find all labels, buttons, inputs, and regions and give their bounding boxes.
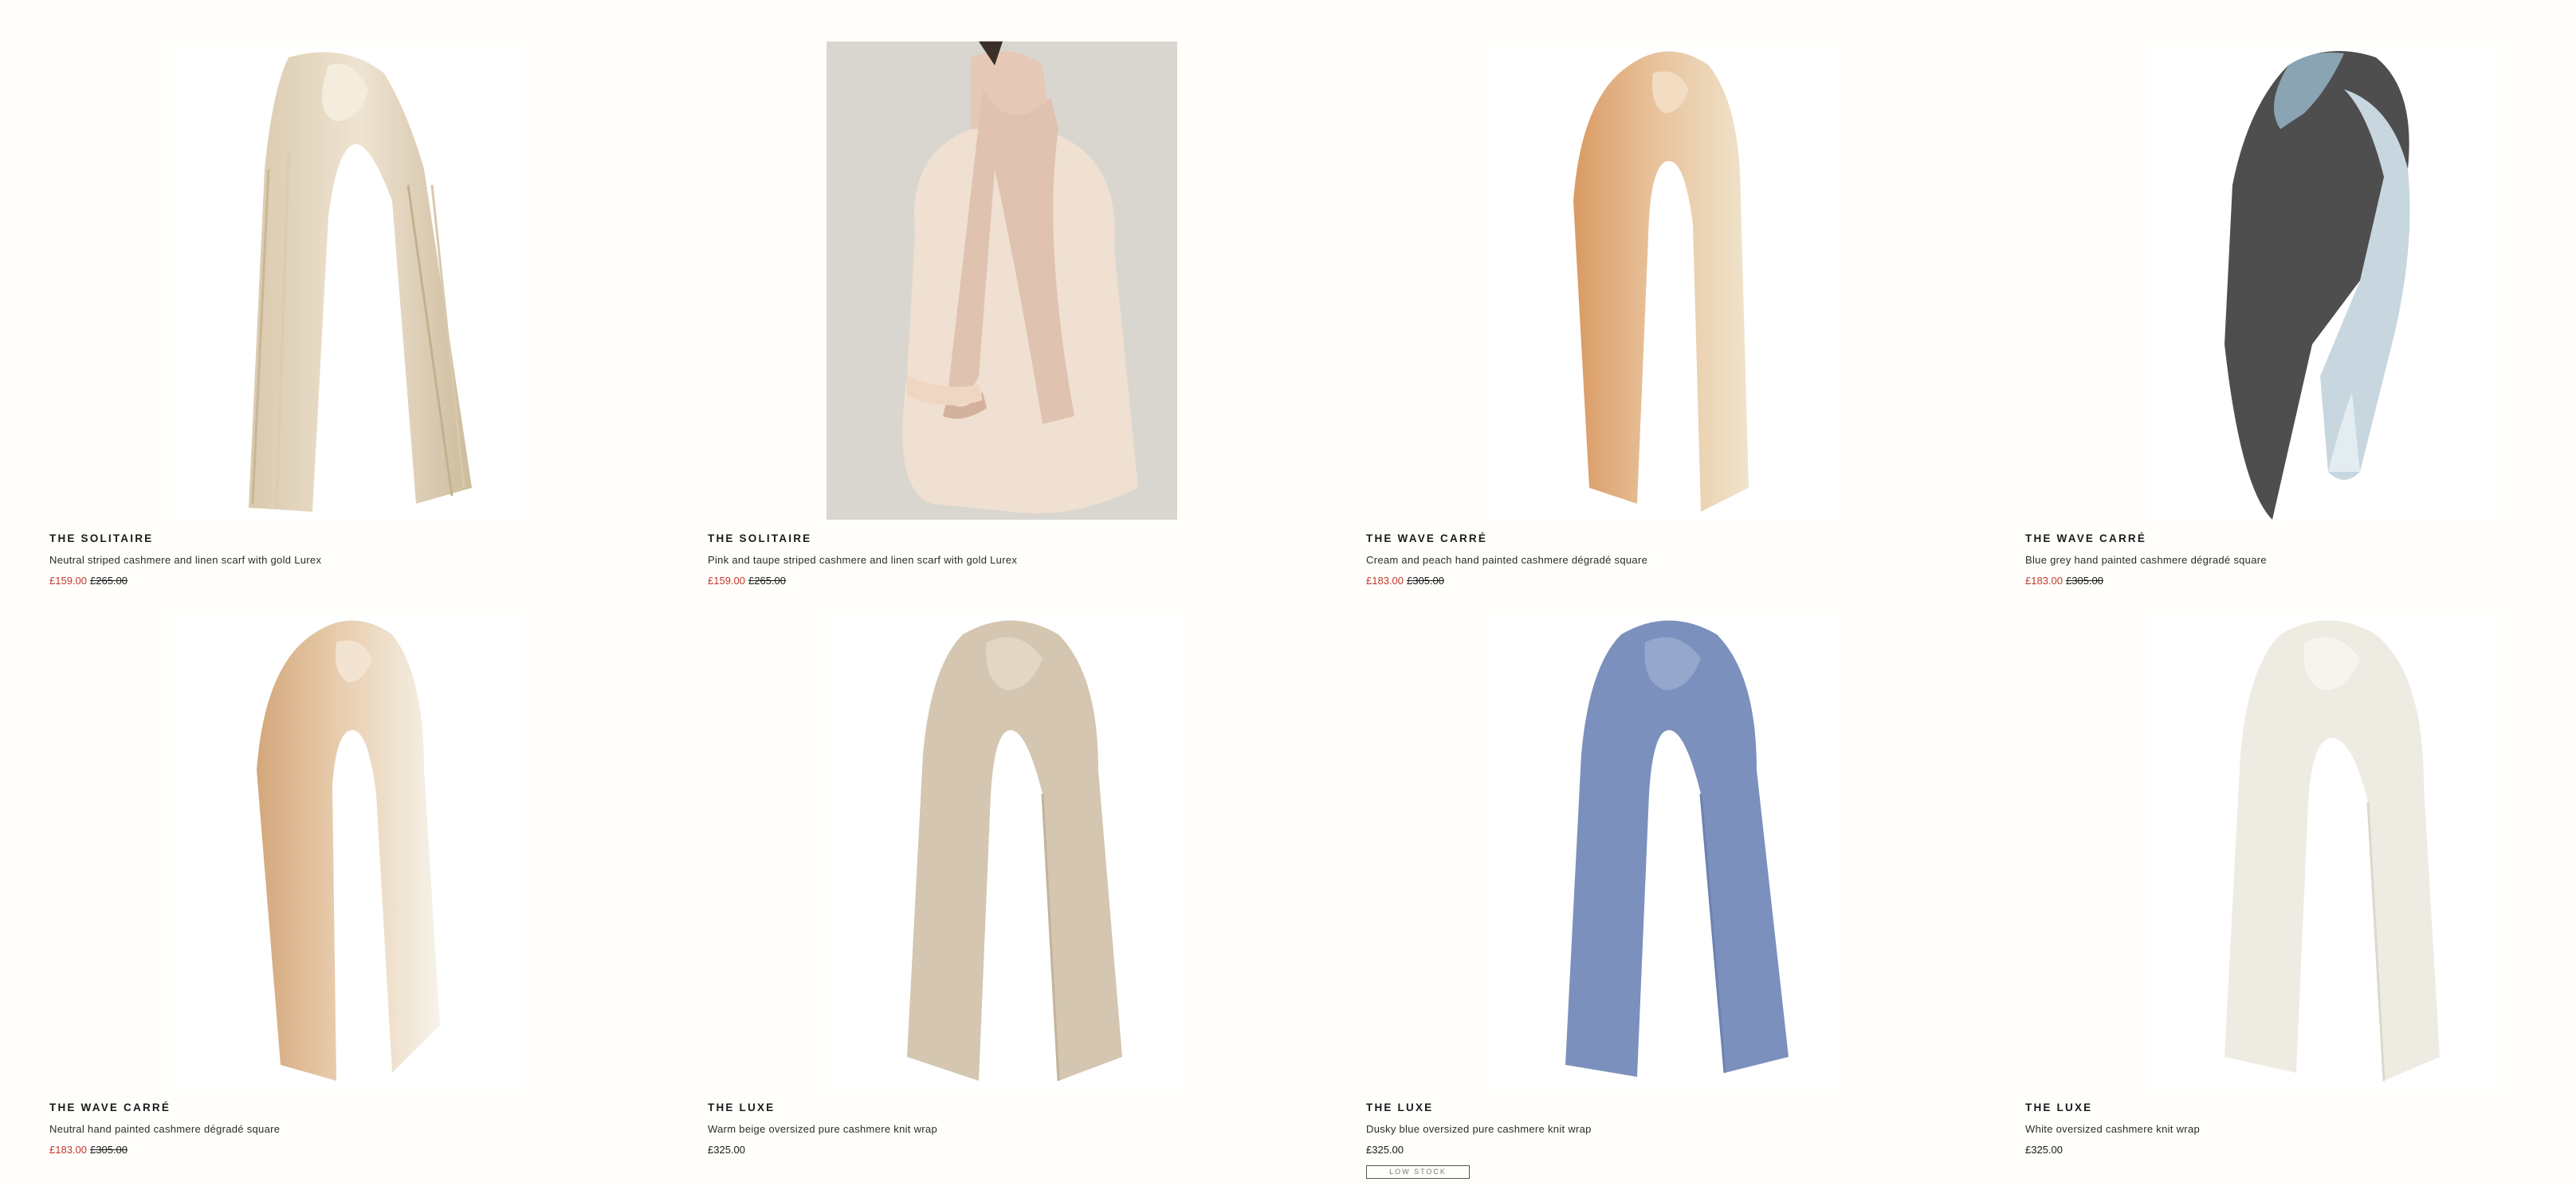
regular-price: £325.00 <box>1366 1144 1404 1156</box>
product-image[interactable] <box>2025 611 2576 1089</box>
product-grid: THE SOLITAIRE Neutral striped cashmere a… <box>0 0 2576 1186</box>
product-description[interactable]: White oversized cashmere knit wrap <box>2025 1122 2576 1137</box>
product-price: £183.00 £305.00 <box>2025 574 2576 588</box>
product-collection[interactable]: THE WAVE CARRÉ <box>2025 531 2576 547</box>
white-wrap-image <box>2148 615 2499 1089</box>
sale-price: £183.00 <box>49 1144 87 1156</box>
product-price: £325.00 <box>708 1143 1298 1157</box>
dusky-blue-wrap-image <box>1489 615 1840 1089</box>
product-description[interactable]: Blue grey hand painted cashmere dégradé … <box>2025 553 2576 567</box>
blue-grey-scarf-image <box>2148 46 2499 520</box>
product-collection[interactable]: THE SOLITAIRE <box>708 531 1298 547</box>
product-price: £325.00 <box>2025 1143 2576 1157</box>
regular-price: £325.00 <box>2025 1144 2063 1156</box>
original-price: £305.00 <box>90 1144 128 1156</box>
product-meta: THE WAVE CARRÉ Blue grey hand painted ca… <box>2025 531 2576 588</box>
product-description[interactable]: Dusky blue oversized pure cashmere knit … <box>1366 1122 1956 1137</box>
product-description[interactable]: Warm beige oversized pure cashmere knit … <box>708 1122 1298 1137</box>
product-description[interactable]: Neutral hand painted cashmere dégradé sq… <box>49 1122 639 1137</box>
product-collection[interactable]: THE LUXE <box>1366 1100 1956 1116</box>
sale-price: £183.00 <box>1366 575 1404 587</box>
product-description[interactable]: Neutral striped cashmere and linen scarf… <box>49 553 639 567</box>
product-collection[interactable]: THE LUXE <box>2025 1100 2576 1116</box>
product-meta: THE WAVE CARRÉ Neutral hand painted cash… <box>49 1100 639 1157</box>
product-image[interactable] <box>2025 41 2576 520</box>
product-price: £183.00 £305.00 <box>1366 574 1956 588</box>
product-meta: THE SOLITAIRE Pink and taupe striped cas… <box>708 531 1298 588</box>
sale-price: £159.00 <box>708 575 745 587</box>
low-stock-badge: LOW STOCK <box>1366 1165 1470 1179</box>
product-image[interactable] <box>1366 611 1956 1089</box>
product-price: £183.00 £305.00 <box>49 1143 639 1157</box>
neutral-striped-scarf-image <box>172 46 523 520</box>
product-image[interactable] <box>1366 41 1956 520</box>
product-price: £159.00 £265.00 <box>49 574 639 588</box>
original-price: £305.00 <box>2066 575 2103 587</box>
product-price: £159.00 £265.00 <box>708 574 1298 588</box>
sale-price: £159.00 <box>49 575 87 587</box>
product-collection[interactable]: THE WAVE CARRÉ <box>1366 531 1956 547</box>
product-description[interactable]: Cream and peach hand painted cashmere dé… <box>1366 553 1956 567</box>
original-price: £305.00 <box>1407 575 1444 587</box>
product-image[interactable] <box>708 41 1298 520</box>
product-collection[interactable]: THE LUXE <box>708 1100 1298 1116</box>
product-price: £325.00 <box>1366 1143 1956 1157</box>
product-meta: THE WAVE CARRÉ Cream and peach hand pain… <box>1366 531 1956 588</box>
product-meta: THE SOLITAIRE Neutral striped cashmere a… <box>49 531 639 588</box>
original-price: £265.00 <box>90 575 128 587</box>
product-collection[interactable]: THE SOLITAIRE <box>49 531 639 547</box>
product-image[interactable] <box>708 611 1298 1089</box>
model-wearing-pink-scarf-image <box>827 41 1177 520</box>
product-meta: THE LUXE Warm beige oversized pure cashm… <box>708 1100 1298 1157</box>
regular-price: £325.00 <box>708 1144 745 1156</box>
product-description[interactable]: Pink and taupe striped cashmere and line… <box>708 553 1298 567</box>
cream-peach-scarf-image <box>1489 46 1840 520</box>
product-collection[interactable]: THE WAVE CARRÉ <box>49 1100 639 1116</box>
product-meta: THE LUXE White oversized cashmere knit w… <box>2025 1100 2576 1157</box>
product-meta: THE LUXE Dusky blue oversized pure cashm… <box>1366 1100 1956 1179</box>
sale-price: £183.00 <box>2025 575 2063 587</box>
warm-beige-wrap-image <box>831 615 1181 1089</box>
original-price: £265.00 <box>748 575 786 587</box>
product-image[interactable] <box>49 611 639 1089</box>
product-image[interactable] <box>49 41 639 520</box>
neutral-degrade-scarf-image <box>172 615 523 1089</box>
